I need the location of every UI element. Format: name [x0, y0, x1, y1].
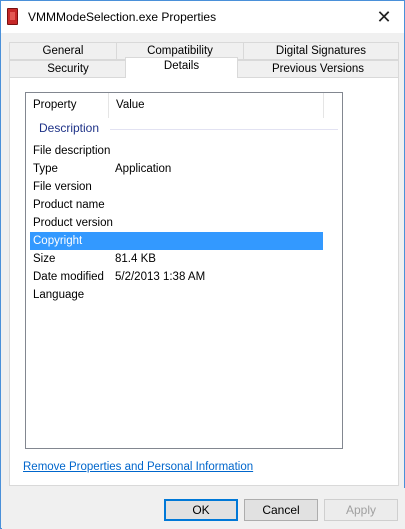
list-item[interactable]: File version — [30, 178, 323, 196]
property-name: Size — [33, 253, 56, 265]
list-item-selected[interactable]: Copyright — [30, 232, 323, 250]
close-button[interactable]: ✕ — [364, 1, 404, 33]
list-item[interactable]: Product name — [30, 196, 323, 214]
apply-button[interactable]: Apply — [324, 499, 398, 521]
tab-previous-versions[interactable]: Previous Versions — [237, 60, 399, 78]
property-name: Product version — [33, 217, 113, 229]
remove-properties-link[interactable]: Remove Properties and Personal Informati… — [23, 461, 253, 473]
tab-label: Security — [47, 63, 89, 75]
group-divider — [110, 129, 338, 130]
tab-label: Digital Signatures — [275, 45, 367, 57]
property-name: Language — [33, 289, 85, 301]
property-value: Application — [115, 163, 172, 175]
property-name: File version — [33, 181, 92, 193]
tab-security[interactable]: Security — [9, 60, 127, 78]
tab-label: Previous Versions — [271, 63, 365, 75]
property-name: Copyright — [33, 235, 83, 247]
tab-label: General — [42, 45, 84, 57]
tab-label: Compatibility — [147, 45, 213, 57]
title-bar: VMMModeSelection.exe Properties ✕ — [1, 1, 404, 33]
column-divider[interactable] — [323, 93, 324, 118]
window-title: VMMModeSelection.exe Properties — [28, 10, 217, 24]
list-item[interactable]: Language — [30, 286, 323, 304]
property-name: Type — [33, 163, 58, 175]
column-header-value[interactable]: Value — [109, 93, 323, 118]
details-list[interactable]: Property Value Description File descript… — [25, 92, 343, 449]
tab-digital-signatures[interactable]: Digital Signatures — [243, 42, 399, 60]
property-name: Date modified — [33, 271, 104, 283]
property-value: 5/2/2013 1:38 AM — [115, 271, 206, 283]
list-item[interactable]: Size 81.4 KB — [30, 250, 323, 268]
property-value: 81.4 KB — [115, 253, 156, 265]
column-header-property[interactable]: Property — [26, 93, 108, 118]
tab-details[interactable]: Details — [125, 57, 238, 78]
ok-button[interactable]: OK — [164, 499, 238, 521]
group-header-description: Description — [39, 121, 100, 135]
application-file-icon — [7, 8, 18, 25]
property-name: Product name — [33, 199, 105, 211]
cancel-button[interactable]: Cancel — [244, 499, 318, 521]
list-header: Property Value — [26, 93, 342, 118]
property-name: File description — [33, 145, 111, 157]
close-icon: ✕ — [376, 6, 392, 27]
list-item[interactable]: Product version — [30, 214, 323, 232]
list-item[interactable]: Date modified 5/2/2013 1:38 AM — [30, 268, 323, 286]
list-item[interactable]: Type Application — [30, 160, 323, 178]
tab-general[interactable]: General — [9, 42, 117, 60]
list-item[interactable]: File description — [30, 142, 323, 160]
details-page: Property Value Description File descript… — [9, 77, 399, 486]
tab-label: Details — [163, 60, 200, 72]
properties-dialog: VMMModeSelection.exe Properties ✕ Genera… — [0, 0, 405, 529]
